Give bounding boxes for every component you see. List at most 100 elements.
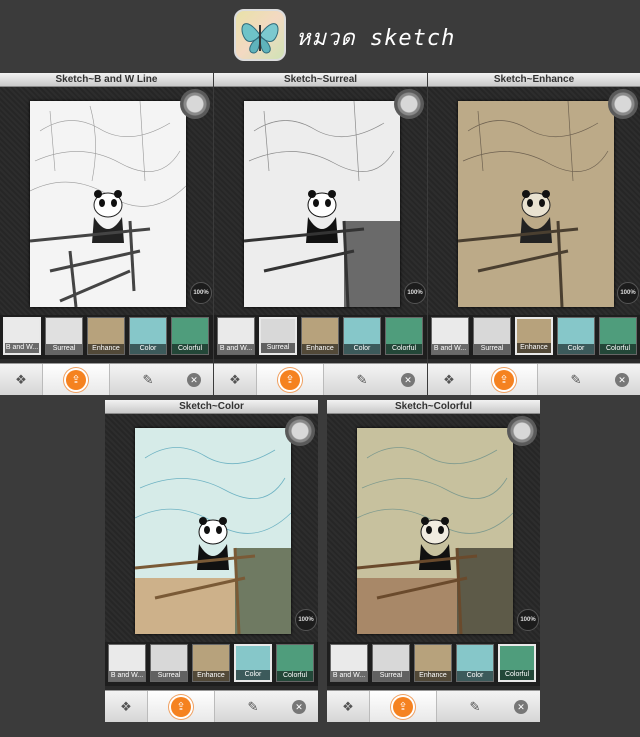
photo-preview <box>244 101 400 307</box>
edit-button[interactable]: ✎ <box>455 691 495 722</box>
close-button[interactable]: ✕ <box>606 364 638 395</box>
photo-viewer: 100% <box>327 414 540 642</box>
filter-strip: B and W... Surreal Enhance Color Colorfu… <box>105 642 318 686</box>
share-button[interactable]: ⇪ <box>42 364 110 395</box>
filter-thumb-color[interactable]: Color <box>234 644 272 682</box>
editor-panel-colorful: Sketch~Colorful 100% B and W... Surreal … <box>327 400 540 722</box>
filter-label: Surreal <box>373 671 409 681</box>
editor-panel-bw: Sketch~B and W Line 100% B and W... Surr… <box>0 73 213 395</box>
filter-label: Color <box>130 344 166 354</box>
filter-thumb-enhance[interactable]: Enhance <box>87 317 125 355</box>
filter-label: Color <box>344 344 380 354</box>
close-icon: ✕ <box>187 372 201 387</box>
rotate-icon: ❖ <box>229 371 241 387</box>
editor-panel-surreal: Sketch~Surreal 100% B and W... Surreal E… <box>214 73 427 395</box>
rotate-button[interactable]: ❖ <box>0 364 42 395</box>
close-icon: ✕ <box>401 372 415 387</box>
filter-thumb-colorful[interactable]: Colorful <box>171 317 209 355</box>
photo-preview <box>30 101 186 307</box>
filter-label: Color <box>457 671 493 681</box>
filter-label: Colorful <box>386 344 422 354</box>
header: หมวด sketch <box>0 0 640 70</box>
filter-thumb-colorful[interactable]: Colorful <box>385 317 423 355</box>
rotate-button[interactable]: ❖ <box>214 364 256 395</box>
filter-thumb-surreal[interactable]: Surreal <box>45 317 83 355</box>
filter-label: B and W... <box>432 344 468 354</box>
edit-button[interactable]: ✎ <box>233 691 273 722</box>
filter-thumb-surreal[interactable]: Surreal <box>372 644 410 682</box>
bottom-toolbar: ❖ ⇪ ✎ ✕ <box>214 363 427 395</box>
zoom-badge: 100% <box>295 609 317 631</box>
close-icon: ✕ <box>514 699 528 714</box>
share-icon: ⇪ <box>280 369 300 390</box>
filter-thumb-bw[interactable]: B and W... <box>217 317 255 355</box>
close-icon: ✕ <box>292 699 306 714</box>
filter-strip: B and W... Surreal Enhance Color Colorfu… <box>428 315 640 359</box>
panda-colorful-image <box>357 428 513 634</box>
close-button[interactable]: ✕ <box>392 364 424 395</box>
compare-toggle-icon[interactable] <box>180 89 210 119</box>
filter-label: Colorful <box>277 671 313 681</box>
filter-label: B and W... <box>218 344 254 354</box>
filter-thumb-colorful[interactable]: Colorful <box>498 644 536 682</box>
panda-color-image <box>135 428 291 634</box>
butterfly-icon <box>241 23 279 54</box>
rotate-button[interactable]: ❖ <box>105 691 147 722</box>
filter-thumb-color[interactable]: Color <box>557 317 595 355</box>
filter-thumb-bw[interactable]: B and W... <box>431 317 469 355</box>
filter-label: Colorful <box>600 344 636 354</box>
filter-thumb-color[interactable]: Color <box>129 317 167 355</box>
share-button[interactable]: ⇪ <box>147 691 215 722</box>
bottom-toolbar: ❖ ⇪ ✎ ✕ <box>0 363 213 395</box>
share-button[interactable]: ⇪ <box>470 364 538 395</box>
filter-thumb-enhance[interactable]: Enhance <box>301 317 339 355</box>
close-icon: ✕ <box>615 372 629 387</box>
filter-label: Surreal <box>46 344 82 354</box>
edit-button[interactable]: ✎ <box>128 364 168 395</box>
rotate-button[interactable]: ❖ <box>327 691 369 722</box>
filter-label: Color <box>236 670 270 680</box>
compare-toggle-icon[interactable] <box>394 89 424 119</box>
edit-icon: ✎ <box>356 371 368 387</box>
filter-label: Enhance <box>88 344 124 354</box>
bottom-toolbar: ❖ ⇪ ✎ ✕ <box>428 363 640 395</box>
filter-thumb-bw[interactable]: B and W... <box>3 317 41 355</box>
photo-preview <box>458 101 614 307</box>
filter-label: Enhance <box>517 343 551 353</box>
compare-toggle-icon[interactable] <box>285 416 315 446</box>
filter-thumb-color[interactable]: Color <box>343 317 381 355</box>
filter-label: B and W... <box>331 671 367 681</box>
edit-icon: ✎ <box>247 698 259 714</box>
filter-thumb-color[interactable]: Color <box>456 644 494 682</box>
share-icon: ⇪ <box>171 696 191 717</box>
editor-panel-enhance: Sketch~Enhance 100% B and W... Surreal E… <box>428 73 640 395</box>
compare-toggle-icon[interactable] <box>507 416 537 446</box>
rotate-icon: ❖ <box>15 371 27 387</box>
close-button[interactable]: ✕ <box>505 691 537 722</box>
filter-thumb-colorful[interactable]: Colorful <box>276 644 314 682</box>
filter-thumb-bw[interactable]: B and W... <box>330 644 368 682</box>
filter-thumb-bw[interactable]: B and W... <box>108 644 146 682</box>
close-button[interactable]: ✕ <box>178 364 210 395</box>
rotate-button[interactable]: ❖ <box>428 364 470 395</box>
filter-thumb-surreal[interactable]: Surreal <box>150 644 188 682</box>
edit-button[interactable]: ✎ <box>556 364 596 395</box>
photo-preview <box>357 428 513 634</box>
share-button[interactable]: ⇪ <box>369 691 437 722</box>
app-icon <box>234 9 286 61</box>
filter-label: Surreal <box>261 343 295 353</box>
rotate-icon: ❖ <box>342 698 354 714</box>
filter-thumb-surreal[interactable]: Surreal <box>259 317 297 355</box>
compare-toggle-icon[interactable] <box>608 89 638 119</box>
edit-icon: ✎ <box>570 371 582 387</box>
filter-thumb-surreal[interactable]: Surreal <box>473 317 511 355</box>
close-button[interactable]: ✕ <box>283 691 315 722</box>
edit-button[interactable]: ✎ <box>342 364 382 395</box>
rotate-icon: ❖ <box>443 371 455 387</box>
panda-surreal-image <box>244 101 400 307</box>
filter-thumb-enhance[interactable]: Enhance <box>414 644 452 682</box>
share-button[interactable]: ⇪ <box>256 364 324 395</box>
filter-thumb-enhance[interactable]: Enhance <box>515 317 553 355</box>
filter-thumb-colorful[interactable]: Colorful <box>599 317 637 355</box>
filter-thumb-enhance[interactable]: Enhance <box>192 644 230 682</box>
